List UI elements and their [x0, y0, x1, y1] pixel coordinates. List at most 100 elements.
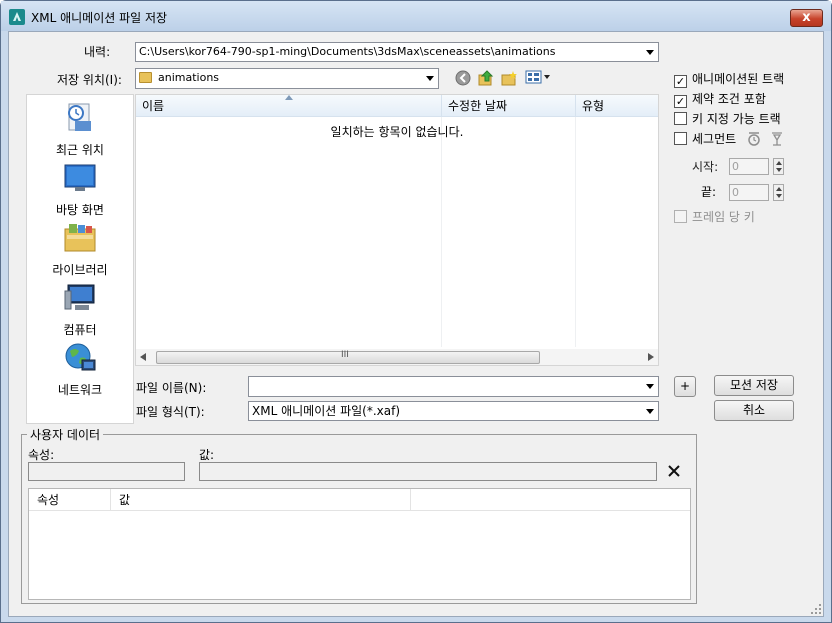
scroll-grip: III — [341, 350, 349, 360]
attribute-field[interactable] — [28, 462, 185, 481]
place-recent-places[interactable]: 최근 위치 — [27, 101, 133, 158]
desktop-icon — [64, 164, 96, 191]
column-header-type[interactable]: 유형 — [575, 95, 658, 117]
history-label: 내력: — [84, 45, 111, 59]
title-bar[interactable]: XML 애니메이션 파일 저장 x — [1, 1, 831, 31]
column-label: 이름 — [142, 99, 165, 113]
save-in-label: 저장 위치(I): — [57, 73, 122, 87]
attribute-label: 속성: — [28, 448, 55, 462]
column-header-attribute[interactable]: 속성 — [29, 489, 110, 511]
place-label: 최근 위치 — [56, 143, 104, 157]
3dsmax-app-icon — [9, 9, 25, 25]
keyable-tracks-checkbox[interactable]: 키 지정 가능 트랙 — [674, 110, 781, 127]
user-data-list[interactable]: 속성 값 — [28, 488, 691, 600]
time-start-icon[interactable] — [746, 131, 762, 147]
recent-places-icon — [68, 103, 91, 131]
end-spinner-arrows[interactable] — [773, 184, 784, 201]
value-label: 값: — [199, 448, 215, 462]
spin-up-icon[interactable] — [776, 161, 782, 165]
checkbox-box[interactable] — [674, 210, 687, 223]
place-label: 네트워크 — [57, 383, 103, 397]
add-button[interactable]: + — [674, 376, 696, 397]
history-dropdown[interactable]: C:\Users\kor764-790-sp1-ming\Documents\3… — [135, 42, 659, 62]
end-spinner-field[interactable]: 0 — [729, 184, 769, 201]
column-label: 유형 — [582, 99, 605, 113]
checkbox-label: 애니메이션된 트랙 — [692, 72, 785, 86]
dialog-window: XML 애니메이션 파일 저장 x 내력: C:\Users\kor764-79… — [0, 0, 832, 623]
save-in-dropdown[interactable]: animations — [135, 68, 439, 89]
file-list[interactable]: 이름 수정한 날짜 유형 일치하는 항목이 없습니다. III — [135, 94, 659, 366]
chevron-down-icon[interactable] — [646, 409, 654, 414]
column-divider — [575, 117, 576, 347]
file-type-label: 파일 형식(T): — [136, 405, 205, 419]
folder-icon — [139, 72, 152, 83]
file-type-value: XML 애니메이션 파일(*.xaf) — [252, 404, 401, 418]
close-x-icon[interactable] — [667, 464, 681, 478]
resize-grip-icon[interactable] — [810, 603, 822, 615]
new-folder-icon[interactable] — [501, 70, 518, 86]
scroll-right-icon[interactable] — [648, 353, 654, 361]
start-label: 시작: — [692, 160, 719, 174]
chevron-down-icon[interactable] — [426, 76, 434, 81]
dialog-title: XML 애니메이션 파일 저장 — [31, 11, 168, 25]
view-menu-icon[interactable] — [525, 70, 551, 85]
close-icon: x — [802, 10, 811, 25]
place-label: 라이브러리 — [52, 263, 108, 277]
chevron-down-icon[interactable] — [646, 50, 654, 55]
animated-tracks-checkbox[interactable]: ✓ 애니메이션된 트랙 — [674, 70, 784, 88]
column-header-modified[interactable]: 수정한 날짜 — [441, 95, 575, 117]
spin-up-icon[interactable] — [776, 187, 782, 191]
checkbox-box[interactable]: ✓ — [674, 75, 687, 88]
file-type-dropdown[interactable]: XML 애니메이션 파일(*.xaf) — [248, 401, 659, 421]
start-spinner-arrows[interactable] — [773, 158, 784, 175]
sort-ascending-icon — [285, 95, 293, 100]
save-in-value: animations — [158, 71, 220, 84]
chevron-down-icon[interactable] — [646, 384, 654, 389]
time-end-icon[interactable] — [769, 131, 785, 147]
computer-icon — [64, 284, 95, 310]
column-header-filler — [410, 489, 690, 511]
libraries-icon — [64, 224, 96, 252]
checkbox-label: 세그먼트 — [692, 132, 737, 146]
scroll-thumb[interactable]: III — [156, 350, 540, 364]
spin-down-icon[interactable] — [776, 194, 782, 198]
value-field[interactable] — [199, 462, 657, 481]
place-label: 바탕 화면 — [56, 203, 104, 217]
scroll-left-icon[interactable] — [140, 353, 146, 361]
back-icon[interactable] — [455, 70, 471, 86]
place-desktop[interactable]: 바탕 화면 — [27, 161, 133, 218]
user-data-title: 사용자 데이터 — [27, 426, 104, 443]
place-libraries[interactable]: 라이브러리 — [27, 221, 133, 278]
start-spinner-field[interactable]: 0 — [729, 158, 769, 175]
file-name-input[interactable] — [248, 376, 659, 397]
end-label: 끝: — [701, 185, 717, 199]
column-header-value[interactable]: 값 — [110, 489, 410, 511]
save-motion-button[interactable]: 모션 저장 — [714, 375, 794, 396]
network-icon — [65, 343, 96, 371]
empty-message: 일치하는 항목이 없습니다. — [330, 125, 464, 139]
column-label: 수정한 날짜 — [448, 99, 508, 113]
up-folder-icon[interactable] — [478, 69, 494, 86]
checkbox-box[interactable]: ✓ — [674, 95, 687, 108]
place-label: 컴퓨터 — [63, 323, 97, 337]
checkbox-box[interactable] — [674, 112, 687, 125]
checkbox-label: 키 지정 가능 트랙 — [692, 112, 781, 126]
close-button[interactable]: x — [790, 9, 823, 27]
spin-down-icon[interactable] — [776, 168, 782, 172]
checkbox-label: 프레임 당 키 — [692, 210, 755, 224]
place-network[interactable]: 네트워크 — [27, 341, 133, 398]
include-constraints-checkbox[interactable]: ✓ 제약 조건 포함 — [674, 90, 766, 108]
place-computer[interactable]: 컴퓨터 — [27, 281, 133, 338]
column-header-name[interactable]: 이름 — [136, 95, 441, 117]
places-bar: 최근 위치 바탕 화면 라이브러리 컴퓨터 네트워크 — [26, 94, 134, 424]
segment-checkbox[interactable]: 세그먼트 — [674, 130, 736, 147]
horizontal-scrollbar[interactable]: III — [136, 349, 658, 365]
checkbox-box[interactable] — [674, 132, 687, 145]
dialog-body: 내력: C:\Users\kor764-790-sp1-ming\Documen… — [8, 31, 824, 617]
key-per-frame-checkbox[interactable]: 프레임 당 키 — [674, 208, 755, 225]
file-name-label: 파일 이름(N): — [136, 381, 207, 395]
history-path: C:\Users\kor764-790-sp1-ming\Documents\3… — [139, 45, 556, 58]
column-divider — [441, 117, 442, 347]
checkbox-label: 제약 조건 포함 — [692, 92, 766, 106]
cancel-button[interactable]: 취소 — [714, 400, 794, 421]
